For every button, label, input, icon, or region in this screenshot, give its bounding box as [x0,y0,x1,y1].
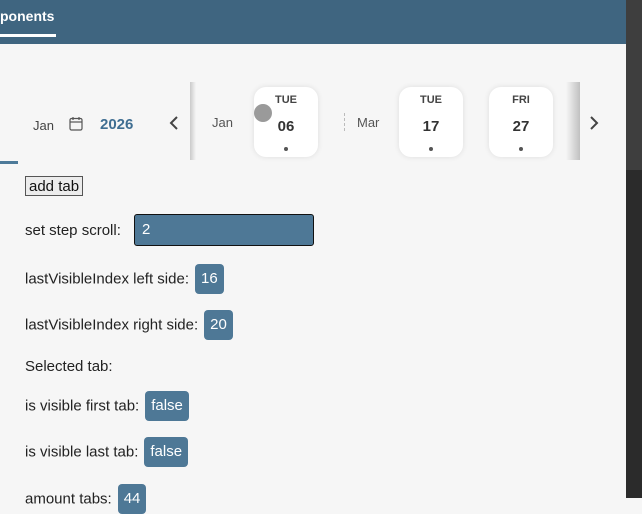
header-bar: ponents [0,0,626,44]
last-visible-left-label: lastVisibleIndex left side: [25,270,189,288]
strip-fade-right [566,82,580,160]
month-tab-mar[interactable]: Mar [357,115,379,130]
month-tab-jan[interactable]: Jan [212,115,233,130]
month-separator [344,113,346,131]
chevron-left-icon[interactable] [166,110,182,136]
active-tab-indicator [0,34,56,37]
visible-first-value: false [145,391,189,421]
last-visible-left-value: 16 [194,264,224,294]
day-of-week: FRI [512,94,530,106]
day-card[interactable]: TUE 06 [254,87,318,157]
scrollbar-thumb[interactable] [626,0,642,170]
last-visible-right-value: 20 [204,310,233,340]
step-scroll-label: set step scroll: [25,222,121,239]
visible-last-label: is visible last tab: [25,443,139,461]
year-value[interactable]: 2026 [100,116,133,133]
add-tab-button[interactable]: add tab [25,176,84,196]
step-scroll-input[interactable]: 2 [134,214,314,246]
visible-first-row: is visible first tab: false [25,391,189,421]
last-visible-left-row: lastVisibleIndex left side: 16 [25,264,224,294]
amount-tabs-value: 44 [117,484,147,514]
year-picker-month[interactable]: Jan [33,118,54,133]
event-dot [284,147,288,151]
calendar-icon[interactable] [69,116,83,131]
day-number: 17 [422,118,440,135]
components-tab[interactable]: ponents [0,8,54,24]
day-number: 27 [512,118,530,135]
chevron-right-icon[interactable] [586,110,602,136]
event-dot [429,147,433,151]
strip-fade-left [190,82,196,160]
visible-first-label: is visible first tab: [25,397,140,415]
vertical-scrollbar[interactable] [626,0,642,498]
touch-pointer-indicator [254,104,272,122]
selected-tab-label: Selected tab: [25,358,113,375]
day-card[interactable]: TUE 17 [399,87,463,157]
visible-last-value: false [144,437,189,467]
event-dot [519,147,523,151]
day-of-week: TUE [420,94,442,106]
amount-tabs-label: amount tabs: [25,490,112,508]
visible-last-row: is visible last tab: false [25,437,189,467]
day-card[interactable]: FRI 27 [489,87,553,157]
left-tab-indicator [0,161,18,164]
last-visible-right-label: lastVisibleIndex right side: [25,316,199,334]
last-visible-right-row: lastVisibleIndex right side: 20 [25,310,233,340]
amount-tabs-row: amount tabs: 44 [25,484,147,514]
